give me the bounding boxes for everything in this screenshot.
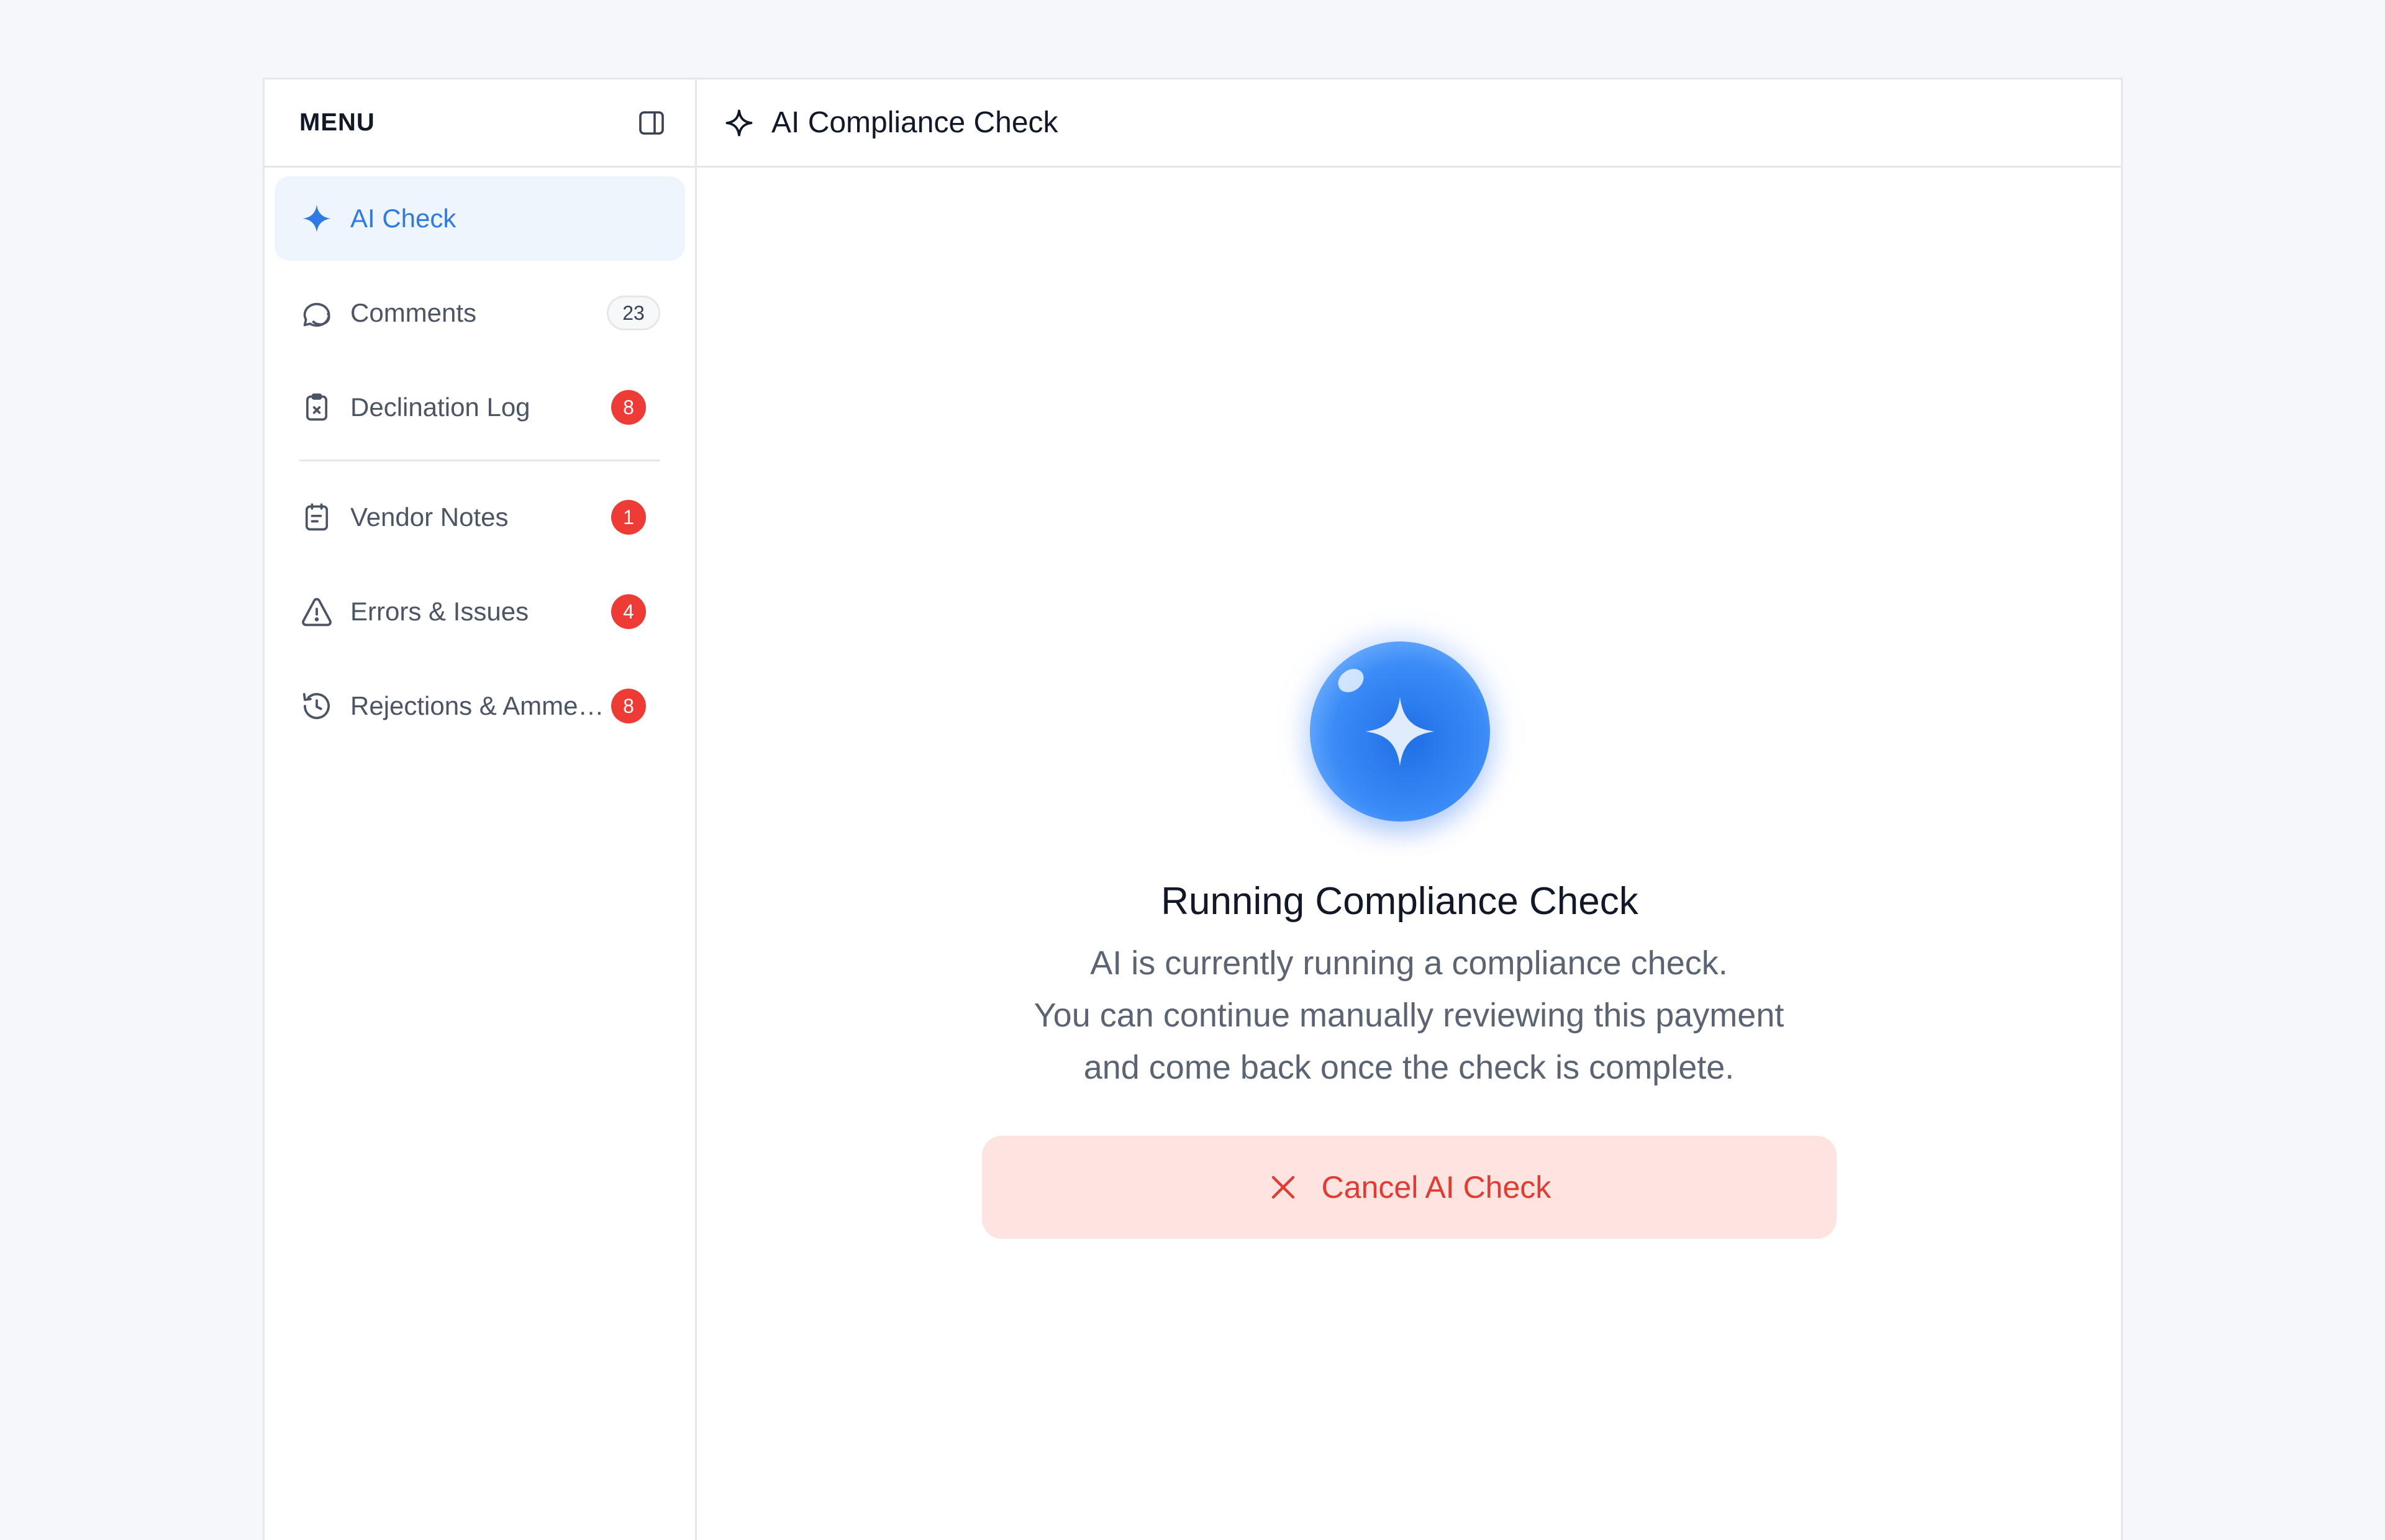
compliance-status: Running Compliance Check AI is currently…	[697, 632, 2121, 1239]
main-header: AI Compliance Check	[697, 79, 2121, 168]
sidebar-item-rejections-ammendments[interactable]: Rejections & Ammendments 8	[275, 664, 685, 748]
status-description: AI is currently running a compliance che…	[974, 937, 1844, 1094]
sidebar-item-label: Comments	[350, 298, 477, 327]
sidebar: MENU AI Check Comments 23 Declination Lo…	[265, 79, 697, 1540]
vendor-notes-count-badge: 1	[611, 500, 646, 535]
sidebar-item-declination-log[interactable]: Declination Log 8	[275, 365, 685, 450]
sparkle-icon	[299, 201, 334, 236]
errors-count-badge: 4	[611, 594, 646, 629]
declination-count-badge: 8	[611, 390, 646, 425]
sidebar-item-label: Rejections & Ammendments	[350, 691, 611, 720]
sidebar-item-label: Vendor Notes	[350, 502, 509, 532]
warning-icon	[299, 594, 334, 629]
sidebar-item-ai-check[interactable]: AI Check	[275, 176, 685, 261]
sidebar-item-errors-issues[interactable]: Errors & Issues 4	[275, 569, 685, 654]
status-line: and come back once the check is complete…	[1083, 1049, 1735, 1086]
menu-title: MENU	[299, 109, 375, 136]
comments-count-badge: 23	[607, 296, 660, 330]
status-title: Running Compliance Check	[1161, 880, 1638, 923]
sidebar-divider	[299, 460, 660, 461]
cancel-ai-check-button[interactable]: Cancel AI Check	[981, 1136, 1837, 1239]
history-icon	[299, 689, 334, 723]
comment-icon	[299, 296, 334, 330]
rejections-count-badge: 8	[611, 689, 646, 723]
sidebar-item-comments[interactable]: Comments 23	[275, 271, 685, 355]
sidebar-nav: AI Check Comments 23 Declination Log 8 V…	[265, 168, 695, 748]
clipboard-x-icon	[299, 390, 334, 425]
close-icon	[1267, 1171, 1299, 1203]
sidebar-header: MENU	[265, 79, 695, 168]
ai-orb-icon	[1301, 632, 1499, 831]
notes-icon	[299, 500, 334, 535]
page-title: AI Compliance Check	[771, 106, 1058, 139]
sidebar-item-label: AI Check	[350, 204, 457, 233]
sparkle-outline-icon	[722, 106, 756, 140]
cancel-label: Cancel AI Check	[1321, 1170, 1551, 1205]
app-window: MENU AI Check Comments 23 Declination Lo…	[263, 78, 2123, 1540]
status-line: AI is currently running a compliance che…	[1090, 944, 1728, 982]
sidebar-item-label: Declination Log	[350, 392, 530, 422]
sidebar-toggle-icon[interactable]	[635, 107, 668, 139]
main-panel: AI Compliance Check Running Compliance C…	[697, 79, 2121, 1540]
sidebar-item-label: Errors & Issues	[350, 597, 529, 626]
status-line: You can continue manually reviewing this…	[1034, 997, 1784, 1034]
sidebar-item-vendor-notes[interactable]: Vendor Notes 1	[275, 475, 685, 559]
